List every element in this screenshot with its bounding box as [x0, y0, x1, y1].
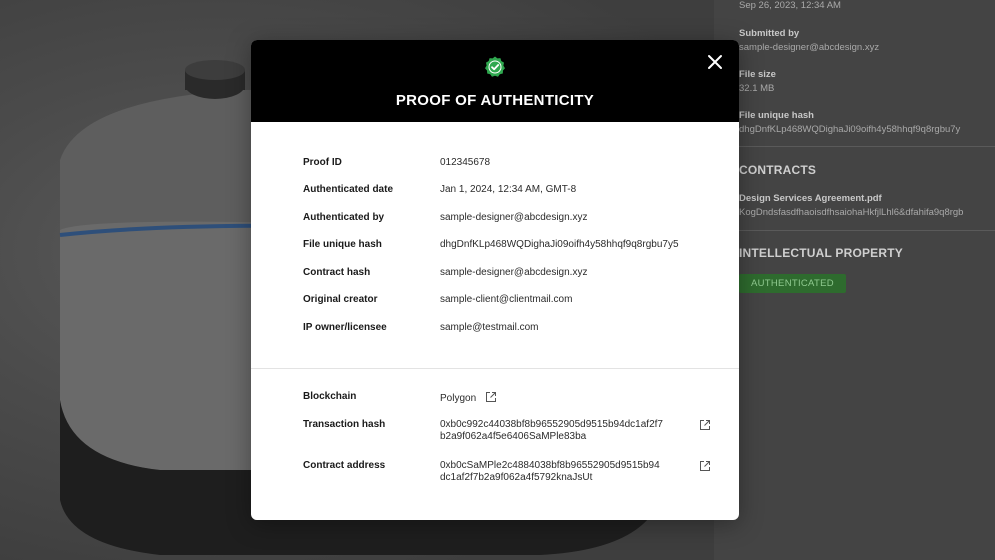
detail-row-original-creator: Original creator sample-client@clientmai…	[303, 294, 719, 322]
close-icon[interactable]	[707, 54, 723, 70]
detail-value-wrapper: Polygon	[440, 391, 497, 405]
contract-address-line: dc1af2f7b2a9f062a4f5792knaJsUt	[440, 472, 593, 483]
modal-title: PROOF OF AUTHENTICITY	[395, 92, 595, 109]
transaction-hash-value: 0xb0c992c44038bf8b96552905d9515b94dc1af2…	[440, 419, 663, 443]
sidebar-divider	[739, 146, 995, 147]
file-hash-value: dhgDnfKLp468WQDighaJi09oifh4y58hhqf9q8rg…	[739, 124, 961, 135]
contract-hash-value: KogDndsfasdfhaoisdfhsaiohaHkfjlLhl6&dfah…	[739, 207, 964, 218]
submitted-date-value: Sep 26, 2023, 12:34 AM	[739, 0, 841, 11]
verified-check-icon	[485, 56, 505, 77]
modal-header: PROOF OF AUTHENTICITY	[251, 40, 739, 122]
proof-of-authenticity-modal: PROOF OF AUTHENTICITY Proof ID 012345678…	[251, 40, 739, 520]
detail-row-blockchain: Blockchain Polygon	[303, 391, 719, 419]
detail-label: Authenticated date	[303, 184, 394, 195]
external-link-icon[interactable]	[699, 460, 711, 472]
detail-label: Contract hash	[303, 267, 371, 278]
detail-row-proof-id: Proof ID 012345678	[303, 157, 719, 185]
detail-row-authenticated-date: Authenticated date Jan 1, 2024, 12:34 AM…	[303, 184, 719, 212]
contract-file-link[interactable]: Design Services Agreement.pdf	[739, 193, 882, 204]
section-divider	[251, 368, 739, 369]
details-sidebar: Sep 26, 2023, 12:34 AM Submitted by samp…	[714, 0, 995, 560]
detail-value: sample-designer@abcdesign.xyz	[440, 212, 588, 223]
external-link-icon[interactable]	[699, 419, 711, 431]
detail-row-contract-address: Contract address 0xb0cSaMPle2c4884038bf8…	[303, 460, 719, 494]
external-link-icon[interactable]	[485, 391, 497, 403]
detail-label: Transaction hash	[303, 419, 386, 430]
detail-value: sample-designer@abcdesign.xyz	[440, 267, 588, 278]
detail-label: Proof ID	[303, 157, 342, 168]
file-size-label: File size	[739, 69, 776, 80]
file-hash-label: File unique hash	[739, 110, 814, 121]
detail-value: sample-client@clientmail.com	[440, 294, 573, 305]
file-size-value: 32.1 MB	[739, 83, 775, 94]
submitted-by-value: sample-designer@abcdesign.xyz	[739, 42, 880, 53]
ip-section-title: INTELLECTUAL PROPERTY	[739, 246, 903, 260]
detail-row-contract-hash: Contract hash sample-designer@abcdesign.…	[303, 267, 719, 295]
contract-address-value: 0xb0cSaMPle2c4884038bf8b96552905d9515b94…	[440, 460, 660, 484]
transaction-hash-line: b2a9f062a4f5e6406SaMPle83ba	[440, 431, 587, 442]
detail-label: File unique hash	[303, 239, 382, 250]
detail-value: sample@testmail.com	[440, 322, 539, 333]
detail-value: Jan 1, 2024, 12:34 AM, GMT-8	[440, 184, 577, 195]
submitted-by-label: Submitted by	[739, 28, 800, 39]
sidebar-divider	[739, 230, 995, 231]
ip-status-badge: AUTHENTICATED	[739, 274, 846, 293]
detail-row-file-hash: File unique hash dhgDnfKLp468WQDighaJi09…	[303, 239, 719, 267]
detail-row-transaction-hash: Transaction hash 0xb0c992c44038bf8b96552…	[303, 419, 719, 453]
detail-row-authenticated-by: Authenticated by sample-designer@abcdesi…	[303, 212, 719, 240]
contracts-section-title: CONTRACTS	[739, 163, 817, 177]
detail-value: 012345678	[440, 157, 491, 168]
detail-value: dhgDnfKLp468WQDighaJi09oifh4y58hhqf9q8rg…	[440, 239, 679, 250]
blockchain-value: Polygon	[440, 393, 477, 404]
detail-label: Authenticated by	[303, 212, 385, 223]
transaction-hash-line: 0xb0c992c44038bf8b96552905d9515b94dc1af2…	[440, 419, 663, 430]
detail-label: Original creator	[303, 294, 378, 305]
contract-address-line: 0xb0cSaMPle2c4884038bf8b96552905d9515b94	[440, 460, 660, 471]
detail-row-ip-owner: IP owner/licensee sample@testmail.com	[303, 322, 719, 350]
detail-label: IP owner/licensee	[303, 322, 387, 333]
detail-label: Blockchain	[303, 391, 357, 402]
detail-label: Contract address	[303, 460, 386, 471]
